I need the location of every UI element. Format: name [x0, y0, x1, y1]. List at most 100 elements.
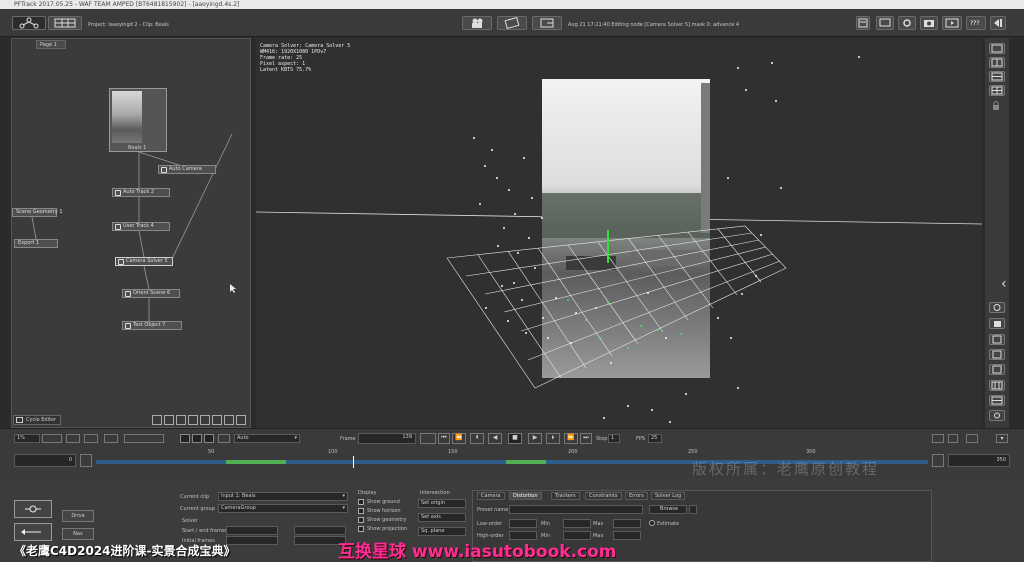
split-vertical-button[interactable] [989, 57, 1005, 68]
end-frame-field[interactable]: 350 [948, 454, 1010, 467]
preset-delete-button[interactable] [689, 505, 697, 514]
step-field[interactable]: 1 [608, 434, 620, 443]
settings-button[interactable] [898, 16, 916, 30]
out-point-button[interactable] [932, 454, 944, 467]
step-back-button[interactable]: ⏴ [470, 433, 484, 444]
play-button[interactable]: ▶ [528, 433, 542, 444]
cycle-editor-button[interactable]: Cycle Editor [13, 415, 61, 425]
start-frame-field[interactable]: 0 [14, 454, 76, 467]
show-geometry-checkbox[interactable] [358, 517, 364, 523]
cache-button[interactable] [932, 434, 944, 443]
zoom-controls[interactable] [42, 434, 62, 443]
show-horizon-checkbox[interactable] [358, 508, 364, 514]
node-test-object[interactable]: Test Object 7 [122, 321, 182, 330]
fast-forward-button[interactable]: ⏩ [564, 433, 578, 444]
paste-icon[interactable] [200, 415, 210, 425]
copy-icon[interactable] [176, 415, 186, 425]
grid-view-button[interactable] [989, 380, 1005, 391]
tab-camera[interactable]: Camera [477, 492, 505, 500]
fit-icon[interactable] [224, 415, 234, 425]
current-group-select[interactable]: CameraGroup ▾ [218, 504, 348, 513]
playhead[interactable] [353, 456, 354, 468]
panel-a-button[interactable] [989, 334, 1005, 345]
channel-r-button[interactable] [180, 434, 190, 443]
link-icon[interactable] [164, 415, 174, 425]
view-buttons[interactable] [124, 434, 164, 443]
tool-b-button[interactable] [14, 523, 52, 541]
step-forward-button[interactable]: ⏵ [546, 433, 560, 444]
panel-c-button[interactable] [989, 364, 1005, 375]
display-mode-select[interactable]: Auto ▾ [234, 434, 300, 443]
node-export[interactable]: Export 1 [14, 239, 58, 248]
dropdown-button[interactable]: ▾ [996, 434, 1008, 443]
panel-b-button[interactable] [989, 349, 1005, 360]
layers-button[interactable] [989, 318, 1005, 329]
clip-node[interactable]: Beals 1 [109, 88, 167, 152]
collapse-arrow-icon[interactable]: ‹ [1001, 276, 1007, 292]
set-origin-button[interactable]: Set origin [418, 499, 466, 508]
view-mode-button[interactable] [104, 434, 118, 443]
split-horizontal-button[interactable] [989, 71, 1005, 82]
viewport-3d[interactable]: Camera Solver: Camera Solver 5 WM416: 19… [256, 38, 982, 428]
play-reverse-button[interactable]: ◀ [488, 433, 502, 444]
high-max-input[interactable] [613, 531, 641, 540]
grid-dense-button[interactable] [989, 395, 1005, 406]
channel-b-button[interactable] [204, 434, 214, 443]
movie-button[interactable] [942, 16, 962, 30]
drive-button[interactable]: Drive [62, 510, 94, 522]
preset-name-input[interactable] [509, 505, 643, 514]
info-button[interactable] [948, 434, 958, 443]
stop-button[interactable]: ■ [508, 433, 522, 444]
cameras-button[interactable] [462, 16, 492, 30]
current-clip-select[interactable]: Input 1: Beals ▾ [218, 492, 348, 501]
rewind-button[interactable]: ⏪ [452, 433, 466, 444]
tab-constraints[interactable]: Constraints [585, 492, 622, 500]
zoom-field[interactable]: 1% [14, 434, 40, 443]
tool-a-button[interactable] [14, 500, 52, 518]
trash-icon[interactable] [188, 415, 198, 425]
low-order-input[interactable] [509, 519, 537, 528]
tab-solver-log[interactable]: Solver Log [651, 492, 686, 500]
last-frame-button[interactable]: ⏭ [580, 433, 592, 444]
expand-icon[interactable] [236, 415, 246, 425]
low-max-input[interactable] [613, 519, 641, 528]
tab-trackers[interactable]: Trackers [551, 492, 580, 500]
quad-view-button[interactable] [989, 85, 1005, 96]
node-user-track[interactable]: User Track 4 [112, 222, 170, 231]
fps-field[interactable]: 25 [648, 434, 662, 443]
camera-button[interactable] [920, 16, 938, 30]
node-tree-button[interactable] [12, 16, 46, 30]
help-button[interactable]: ??? [966, 16, 986, 30]
group-icon[interactable] [212, 415, 222, 425]
refresh-button[interactable] [497, 16, 527, 30]
view-toggle-button[interactable] [84, 434, 98, 443]
overlay-toggle-button[interactable] [218, 434, 230, 443]
estimate-radio[interactable] [649, 520, 655, 526]
show-ground-checkbox[interactable] [358, 499, 364, 505]
lock-button[interactable] [989, 101, 1005, 112]
node-orient-scene[interactable]: Orient Scene 6 [122, 289, 180, 298]
frame-field[interactable]: 139 [358, 433, 416, 444]
exit-button[interactable] [990, 16, 1006, 30]
browse-button[interactable]: Browse [649, 505, 687, 514]
set-axis-button[interactable]: Set axis [418, 513, 466, 522]
end-frame-input[interactable] [294, 526, 346, 535]
first-frame-button[interactable]: ⏮ [438, 433, 450, 444]
options-button[interactable] [966, 434, 978, 443]
node-page-tab[interactable]: Page 1 [36, 40, 66, 49]
nav-button[interactable]: Nav [62, 528, 94, 540]
node-camera-solver[interactable]: Camera Solver 5 [115, 257, 173, 266]
screen-button[interactable] [420, 433, 436, 444]
low-min-input[interactable] [563, 519, 591, 528]
light-button[interactable] [989, 410, 1005, 421]
tab-errors[interactable]: Errors [625, 492, 648, 500]
scissors-icon[interactable] [152, 415, 162, 425]
view-fit-button[interactable] [66, 434, 80, 443]
start-frame-input[interactable] [226, 526, 278, 535]
single-view-button[interactable] [989, 43, 1005, 54]
display-button[interactable] [876, 16, 894, 30]
tab-distortion[interactable]: Distortion [509, 492, 542, 500]
node-auto-track[interactable]: Auto Track 2 [112, 188, 170, 197]
set-plane-button[interactable]: Sq. plane [418, 527, 466, 536]
node-auto-camera[interactable]: Auto Camera [158, 165, 216, 174]
